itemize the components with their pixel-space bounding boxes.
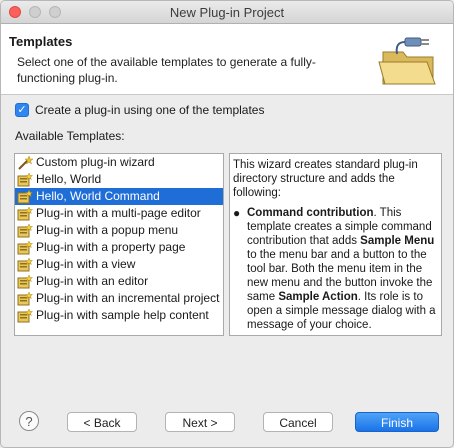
template-item[interactable]: Plug-in with a view	[15, 256, 223, 273]
plugin-template-icon	[17, 205, 34, 221]
next-button[interactable]: Next >	[165, 412, 235, 432]
use-template-checkbox[interactable]: ✓	[15, 103, 29, 117]
plugin-template-icon	[17, 188, 34, 204]
template-item[interactable]: Plug-in with a multi-page editor	[15, 205, 223, 222]
page-title: Templates	[9, 34, 73, 49]
template-item-label: Plug-in with a popup menu	[36, 223, 179, 237]
description-intro: This wizard creates standard plug-in dir…	[233, 159, 418, 199]
plugin-template-icon	[17, 307, 34, 323]
title-bar: New Plug-in Project	[1, 1, 453, 24]
bullet-bold-1: Sample Menu	[360, 235, 435, 247]
cancel-button[interactable]: Cancel	[263, 412, 333, 432]
plugin-template-icon	[17, 239, 34, 255]
bullet-text: Command contribution. This template crea…	[247, 206, 438, 332]
folder-plug-icon	[378, 37, 436, 85]
bullet-title: Command contribution	[247, 207, 374, 219]
plugin-template-icon	[17, 290, 34, 306]
template-item-label: Plug-in with a view	[36, 257, 136, 271]
template-item-label: Plug-in with a property page	[36, 240, 186, 254]
template-item-label: Custom plug-in wizard	[36, 155, 155, 169]
template-item[interactable]: Custom plug-in wizard	[15, 154, 223, 171]
template-item[interactable]: Plug-in with an incremental project b	[15, 290, 223, 307]
finish-button[interactable]: Finish	[355, 412, 439, 432]
available-templates-label: Available Templates:	[15, 129, 125, 143]
plugin-template-icon	[17, 256, 34, 272]
templates-list[interactable]: Custom plug-in wizard Hello, World Hello, …	[14, 153, 224, 336]
use-template-label: Create a plug-in using one of the templa…	[35, 103, 265, 117]
window-title: New Plug-in Project	[169, 5, 285, 20]
help-button[interactable]: ?	[19, 411, 39, 431]
template-item-label: Hello, World	[36, 172, 102, 186]
template-item[interactable]: Hello, World Command	[15, 188, 223, 205]
template-description-panel: This wizard creates standard plug-in dir…	[229, 153, 442, 336]
template-item-label: Plug-in with an incremental project b	[36, 291, 224, 305]
template-item[interactable]: Plug-in with a property page	[15, 239, 223, 256]
template-item[interactable]: Hello, World	[15, 171, 223, 188]
bullet-bold-2: Sample Action	[278, 291, 358, 303]
template-item-label: Plug-in with a multi-page editor	[36, 206, 201, 220]
description-bullet: ● Command contribution. This template cr…	[233, 206, 438, 332]
template-item-label: Plug-in with an editor	[36, 274, 149, 288]
bullet-icon: ●	[233, 206, 241, 220]
template-item-label: Hello, World Command	[36, 189, 160, 203]
plugin-template-icon	[17, 171, 34, 187]
template-item-label: Plug-in with sample help content	[36, 308, 209, 322]
use-template-checkbox-row[interactable]: ✓ Create a plug-in using one of the temp…	[15, 103, 264, 117]
page-description: Select one of the available templates to…	[17, 55, 316, 85]
button-bar: ? < Back Next > Cancel Finish	[1, 393, 453, 447]
wizard-icon	[17, 154, 34, 170]
template-item[interactable]: Plug-in with an editor	[15, 273, 223, 290]
wizard-banner: Templates Select one of the available te…	[1, 24, 453, 95]
plugin-template-icon	[17, 222, 34, 238]
template-item[interactable]: Plug-in with sample help content	[15, 307, 223, 324]
template-item[interactable]: Plug-in with a popup menu	[15, 222, 223, 239]
dialog-window: New Plug-in Project Templates Select one…	[0, 0, 454, 448]
plugin-template-icon	[17, 273, 34, 289]
back-button[interactable]: < Back	[67, 412, 137, 432]
